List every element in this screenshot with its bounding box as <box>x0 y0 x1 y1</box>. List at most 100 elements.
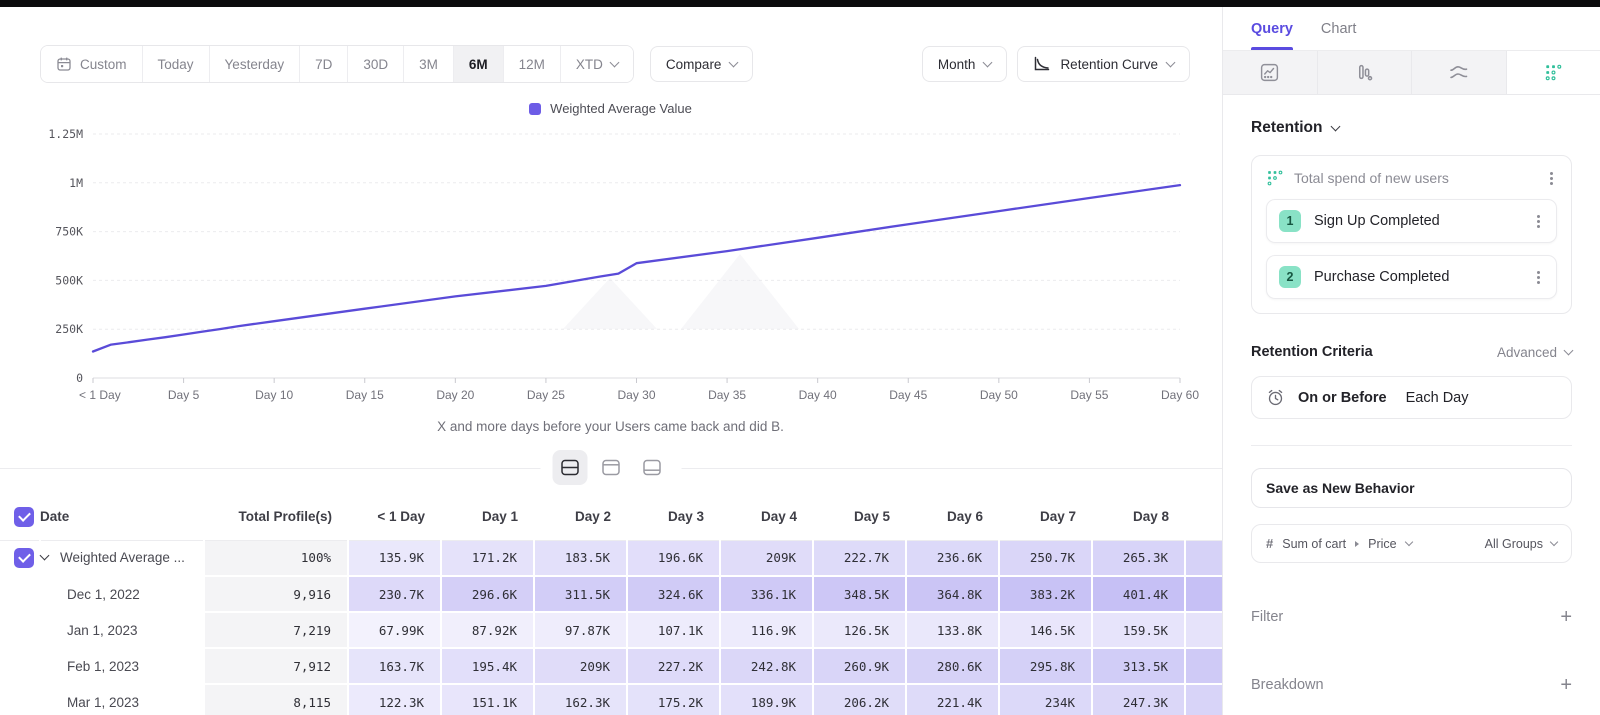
report-tab-insights[interactable] <box>1223 51 1318 94</box>
kebab-menu-icon[interactable] <box>1537 276 1540 279</box>
value-cell-day-2: 162.3K <box>534 684 627 715</box>
column-header-day-1[interactable]: Day 1 <box>441 494 534 540</box>
criteria-mode-label: Advanced <box>1497 345 1557 360</box>
range-button-6m[interactable]: 6M <box>454 46 504 82</box>
compare-button[interactable]: Compare <box>650 46 754 82</box>
retention-curve-icon <box>1033 56 1051 72</box>
criteria-timing-card[interactable]: On or Before Each Day <box>1251 376 1572 419</box>
value-cell-day-5: 126.5K <box>813 612 906 648</box>
report-tab-funnels[interactable] <box>1318 51 1413 94</box>
split-view-button[interactable] <box>553 450 588 485</box>
range-button-yesterday[interactable]: Yesterday <box>210 46 301 82</box>
svg-text:Day 30: Day 30 <box>617 388 655 402</box>
range-button-30d[interactable]: 30D <box>348 46 404 82</box>
range-label: 12M <box>519 57 545 72</box>
measurement-row[interactable]: # Sum of cart Price All Groups <box>1251 524 1572 563</box>
row-checkbox[interactable] <box>14 548 34 568</box>
app-layout: Custom Today Yesterday 7D 30D 3M 6M 12M XTD Comp… <box>0 7 1600 715</box>
column-header-day-8[interactable]: Day 8 <box>1092 494 1185 540</box>
total-profiles-cell: 8,115 <box>204 684 348 715</box>
report-tab-retention[interactable] <box>1507 51 1600 94</box>
range-label: 30D <box>363 57 388 72</box>
legend-label: Weighted Average Value <box>550 101 692 116</box>
value-cell-day-6: 133.8K <box>906 612 999 648</box>
svg-text:1.25M: 1.25M <box>48 127 83 141</box>
retention-section-label: Retention <box>1251 119 1322 137</box>
report-tab-flows[interactable] <box>1412 51 1507 94</box>
value-cell-day-1: 195.4K <box>441 648 534 684</box>
svg-text:Day 55: Day 55 <box>1070 388 1108 402</box>
column-header-day-6[interactable]: Day 6 <box>906 494 999 540</box>
tab-query-label: Query <box>1251 21 1293 37</box>
criteria-mode-dropdown[interactable]: Advanced <box>1497 345 1572 360</box>
retention-line-chart[interactable]: 0250K500K750K1M1.25M< 1 DayDay 5Day 10Da… <box>18 120 1222 419</box>
column-header-day-4[interactable]: Day 4 <box>720 494 813 540</box>
breakdown-section-row: Breakdown + <box>1251 675 1572 695</box>
column-header-day-7[interactable]: Day 7 <box>999 494 1092 540</box>
svg-text:Day 35: Day 35 <box>708 388 746 402</box>
retention-section-header[interactable]: Retention <box>1251 119 1572 137</box>
range-button-custom[interactable]: Custom <box>41 46 143 82</box>
table-only-view-icon <box>643 459 662 476</box>
value-cell-day-1: 296.6K <box>441 576 534 612</box>
value-cell-day-3: 227.2K <box>627 648 720 684</box>
table-only-view-button[interactable] <box>635 450 670 485</box>
kebab-menu-icon[interactable] <box>1550 177 1553 180</box>
range-button-3m[interactable]: 3M <box>404 46 454 82</box>
step-number-badge: 1 <box>1279 210 1301 232</box>
insights-line-chart-icon <box>1260 63 1279 82</box>
behavior-step-1[interactable]: 1 Sign Up Completed <box>1266 199 1557 243</box>
chart-type-label: Retention Curve <box>1060 57 1158 72</box>
step-number-badge: 2 <box>1279 266 1301 288</box>
panel-tabs: Query Chart <box>1223 7 1600 51</box>
svg-text:Day 5: Day 5 <box>168 388 200 402</box>
range-button-12m[interactable]: 12M <box>504 46 561 82</box>
window-top-edge <box>0 0 1600 7</box>
value-cell-day-7: 383.2K <box>999 576 1092 612</box>
query-builder-panel: Query Chart <box>1222 7 1600 715</box>
select-all-checkbox[interactable] <box>14 507 34 527</box>
range-button-7d[interactable]: 7D <box>300 46 348 82</box>
kebab-menu-icon[interactable] <box>1537 220 1540 223</box>
value-cell-day-4: 209K <box>720 540 813 576</box>
row-label: Feb 1, 2023 <box>67 659 139 674</box>
chevron-down-icon <box>609 57 619 67</box>
groups-dropdown[interactable]: All Groups <box>1485 537 1557 551</box>
svg-text:< 1 Day: < 1 Day <box>79 388 121 402</box>
range-button-today[interactable]: Today <box>143 46 210 82</box>
column-header--1-day[interactable]: < 1 Day <box>348 494 441 540</box>
save-as-new-behavior-button[interactable]: Save as New Behavior <box>1251 468 1572 508</box>
value-cell-day-2: 183.5K <box>534 540 627 576</box>
expand-row-chevron-icon[interactable] <box>40 551 50 561</box>
column-header-total-profile-s-[interactable]: Total Profile(s) <box>204 494 348 540</box>
range-button-xtd[interactable]: XTD <box>561 46 633 82</box>
add-filter-button[interactable]: + <box>1560 607 1572 627</box>
value-cell-day-1: 87.92K <box>441 612 534 648</box>
range-label: 6M <box>469 57 488 72</box>
tab-chart[interactable]: Chart <box>1321 7 1356 50</box>
range-label: 3M <box>419 57 438 72</box>
add-breakdown-button[interactable]: + <box>1560 675 1572 695</box>
column-header-partial <box>1185 494 1222 540</box>
value-cell-day-6: 221.4K <box>906 684 999 715</box>
value-cell-day-1: 151.1K <box>441 684 534 715</box>
tab-query[interactable]: Query <box>1251 7 1293 50</box>
column-header-day-2[interactable]: Day 2 <box>534 494 627 540</box>
granularity-dropdown[interactable]: Month <box>922 46 1008 82</box>
row-select-cell <box>0 540 40 576</box>
total-profiles-cell: 7,219 <box>204 612 348 648</box>
column-header-day-5[interactable]: Day 5 <box>813 494 906 540</box>
chart-legend: Weighted Average Value <box>18 101 1203 116</box>
range-label: Yesterday <box>225 57 285 72</box>
row-label-cell: Dec 1, 2022 <box>40 576 204 612</box>
chart-only-view-button[interactable] <box>594 450 629 485</box>
range-label: Custom <box>80 57 127 72</box>
svg-text:250K: 250K <box>55 322 83 336</box>
chart-type-dropdown[interactable]: Retention Curve <box>1017 46 1190 82</box>
behavior-step-2[interactable]: 2 Purchase Completed <box>1266 255 1557 299</box>
legend-swatch <box>529 103 541 115</box>
column-header-date[interactable]: Date <box>40 494 204 540</box>
granularity-label: Month <box>938 57 976 72</box>
value-cell-day-6: 364.8K <box>906 576 999 612</box>
column-header-day-3[interactable]: Day 3 <box>627 494 720 540</box>
